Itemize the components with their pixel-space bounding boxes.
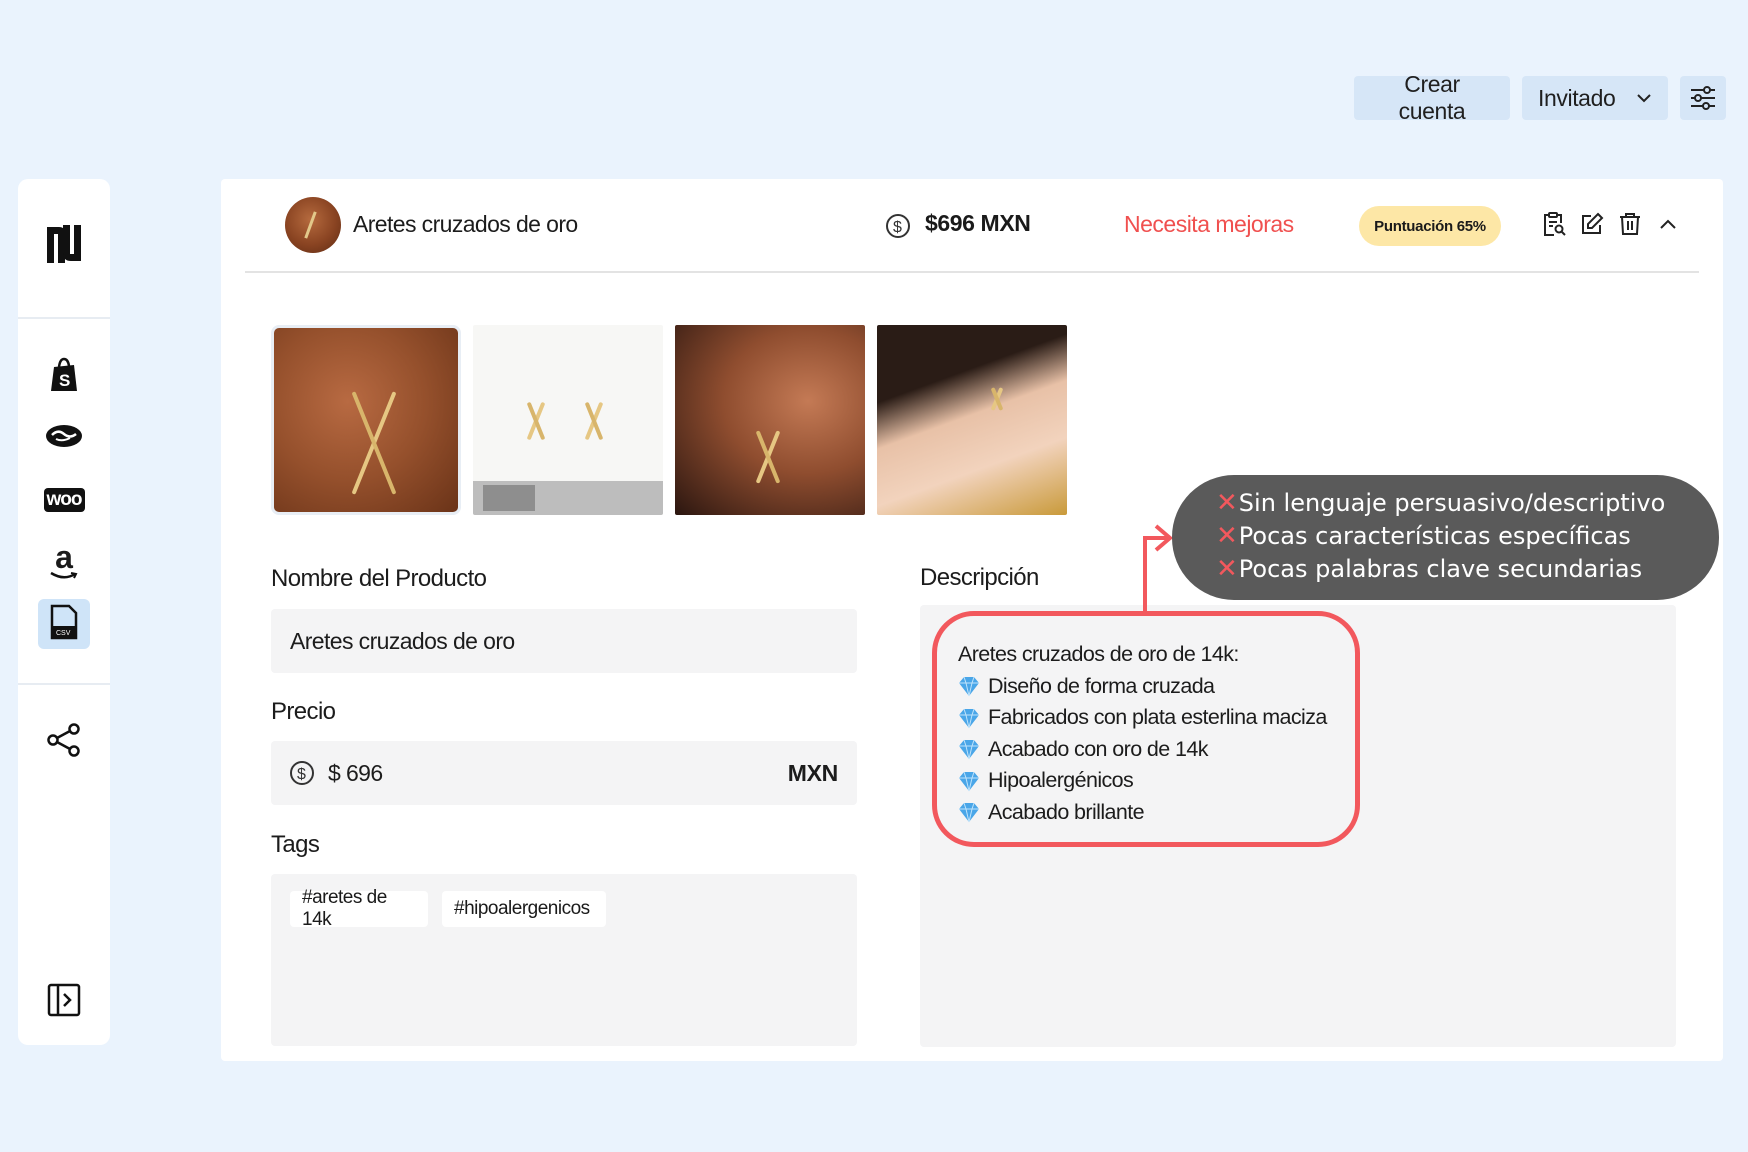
price-field-value: $ 696 bbox=[328, 760, 383, 786]
price-field[interactable]: $ $ 696 MXN bbox=[271, 741, 857, 805]
description-bullet: Fabricados con plata esterlina maciza bbox=[958, 702, 1327, 734]
sidebar-item-shopify[interactable]: S bbox=[38, 352, 90, 402]
share-icon bbox=[46, 722, 82, 763]
svg-text:CSV: CSV bbox=[56, 630, 71, 637]
x-mark-icon: ✕ bbox=[1216, 488, 1238, 518]
x-mark-icon: ✕ bbox=[1216, 554, 1238, 584]
sliders-icon bbox=[1689, 85, 1717, 111]
sidebar-item-expand[interactable] bbox=[38, 977, 90, 1027]
name-field-value: Aretes cruzados de oro bbox=[290, 628, 515, 654]
gem-icon bbox=[959, 803, 979, 823]
description-bullet: Diseño de forma cruzada bbox=[958, 671, 1327, 703]
svg-text:S: S bbox=[59, 371, 70, 390]
image-gallery bbox=[271, 325, 1067, 515]
gem-icon bbox=[959, 677, 979, 697]
svg-text:$: $ bbox=[297, 766, 306, 783]
settings-sliders-button[interactable] bbox=[1680, 76, 1726, 120]
description-intro: Aretes cruzados de oro de 14k: bbox=[958, 642, 1239, 666]
gem-icon bbox=[959, 771, 979, 791]
dollar-icon: $ bbox=[289, 760, 315, 791]
chevron-up-icon[interactable] bbox=[1655, 209, 1681, 239]
product-image[interactable] bbox=[271, 325, 461, 515]
feedback-callout: ✕ Sin lenguaje persuasivo/descriptivo ✕ Po… bbox=[1172, 475, 1719, 600]
edit-icon[interactable] bbox=[1579, 209, 1605, 239]
product-avatar bbox=[285, 197, 341, 253]
sidebar-divider bbox=[18, 317, 110, 319]
product-header[interactable]: Aretes cruzados de oro $ $696 MXN Necesi… bbox=[245, 179, 1699, 273]
top-bar: Crear cuenta Invitado bbox=[1354, 71, 1726, 124]
header-actions bbox=[1541, 209, 1681, 239]
gem-icon bbox=[959, 740, 979, 760]
sidebar-item-handshake[interactable] bbox=[38, 413, 90, 463]
currency-label: MXN bbox=[787, 760, 839, 786]
chevron-down-icon bbox=[1636, 93, 1652, 103]
x-mark-icon: ✕ bbox=[1216, 521, 1238, 551]
amazon-icon: a bbox=[49, 539, 79, 581]
tags-label: Tags bbox=[271, 831, 320, 858]
product-title: Aretes cruzados de oro bbox=[353, 211, 578, 237]
create-account-button[interactable]: Crear cuenta bbox=[1354, 71, 1510, 124]
csv-file-icon: CSV bbox=[49, 604, 79, 645]
sidebar-item-csv[interactable]: CSV bbox=[38, 599, 90, 649]
sidebar: S woo a CSV bbox=[18, 179, 110, 1045]
gem-icon bbox=[959, 708, 979, 728]
clipboard-search-icon[interactable] bbox=[1541, 209, 1567, 239]
callout-item: ✕ Pocas palabras clave secundarias bbox=[1216, 554, 1643, 584]
description-bullet: Acabado con oro de 14k bbox=[958, 734, 1327, 766]
guest-label: Invitado bbox=[1538, 84, 1616, 111]
sidebar-divider bbox=[18, 683, 110, 685]
callout-item: ✕ Pocas características específicas bbox=[1216, 521, 1631, 551]
brand-logo-icon[interactable] bbox=[18, 223, 110, 265]
callout-item: ✕ Sin lenguaje persuasivo/descriptivo bbox=[1216, 488, 1666, 518]
description-bullet: Acabado brillante bbox=[958, 797, 1327, 829]
tag-chip[interactable]: #aretes de 14k bbox=[290, 887, 428, 930]
woocommerce-label: woo bbox=[46, 489, 83, 510]
description-label: Descripción bbox=[920, 564, 1039, 591]
price-label: Precio bbox=[271, 698, 336, 725]
product-image[interactable] bbox=[877, 325, 1067, 515]
status-text: Necesita mejoras bbox=[1124, 211, 1294, 237]
description-text: Aretes cruzados de oro de 14k: Diseño de… bbox=[958, 639, 1327, 828]
tags-field[interactable]: #aretes de 14k #hipoalergenicos bbox=[271, 874, 857, 1046]
svg-text:$: $ bbox=[893, 219, 902, 236]
product-image[interactable] bbox=[473, 325, 663, 515]
tag-chip[interactable]: #hipoalergenicos bbox=[442, 891, 606, 927]
sidebar-item-amazon[interactable]: a bbox=[38, 537, 90, 587]
product-price: $696 MXN bbox=[925, 210, 1031, 236]
name-label: Nombre del Producto bbox=[271, 565, 487, 592]
description-bullet: Hipoalergénicos bbox=[958, 765, 1327, 797]
score-badge: Puntuación 65% bbox=[1359, 206, 1501, 246]
handshake-icon bbox=[44, 422, 84, 455]
sidebar-item-share[interactable] bbox=[38, 717, 90, 767]
shopify-icon: S bbox=[48, 357, 80, 398]
trash-icon[interactable] bbox=[1617, 209, 1643, 239]
guest-dropdown[interactable]: Invitado bbox=[1522, 76, 1668, 120]
product-image[interactable] bbox=[675, 325, 865, 515]
product-card: Aretes cruzados de oro $ $696 MXN Necesi… bbox=[221, 179, 1723, 1061]
amazon-label: a bbox=[55, 539, 73, 575]
name-field[interactable]: Aretes cruzados de oro bbox=[271, 609, 857, 673]
woocommerce-icon: woo bbox=[43, 488, 85, 512]
expand-sidebar-icon bbox=[47, 983, 81, 1022]
sidebar-item-woocommerce[interactable]: woo bbox=[38, 475, 90, 525]
dollar-icon: $ bbox=[885, 213, 911, 244]
